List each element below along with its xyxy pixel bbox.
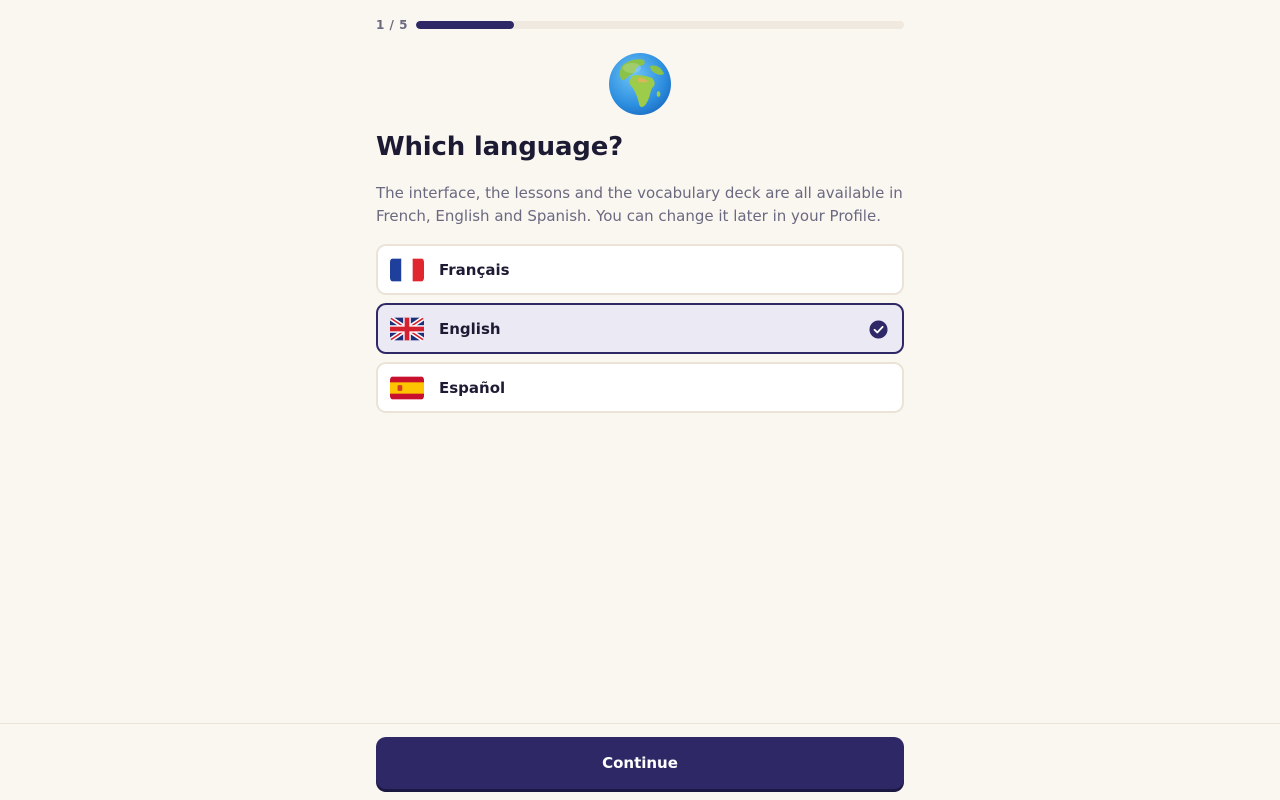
page-title: Which language?: [376, 132, 624, 162]
language-option-francais[interactable]: Français: [376, 244, 904, 295]
language-option-english[interactable]: English: [376, 303, 904, 354]
spain-flag-icon: [390, 376, 424, 399]
language-options: Français English Español: [376, 244, 904, 421]
option-label: Français: [439, 260, 510, 279]
footer-bar: Continue: [0, 723, 1280, 800]
globe-africa-icon: [609, 53, 671, 115]
option-label: Español: [439, 378, 506, 397]
option-label: English: [439, 319, 501, 338]
continue-button[interactable]: Continue: [376, 737, 904, 789]
france-flag-icon: [390, 258, 424, 281]
progress-row: 1 / 5: [376, 16, 904, 34]
language-option-espanol[interactable]: Español: [376, 362, 904, 413]
check-circle-icon: [869, 320, 888, 339]
page-subtitle: The interface, the lessons and the vocab…: [376, 184, 903, 225]
uk-flag-icon: [390, 316, 424, 341]
step-counter: 1 / 5: [376, 18, 408, 32]
progress-bar-fill: [416, 21, 514, 29]
onboarding-page: 1 / 5 Which language? The interface, the…: [0, 0, 1280, 800]
progress-bar: [416, 21, 904, 29]
